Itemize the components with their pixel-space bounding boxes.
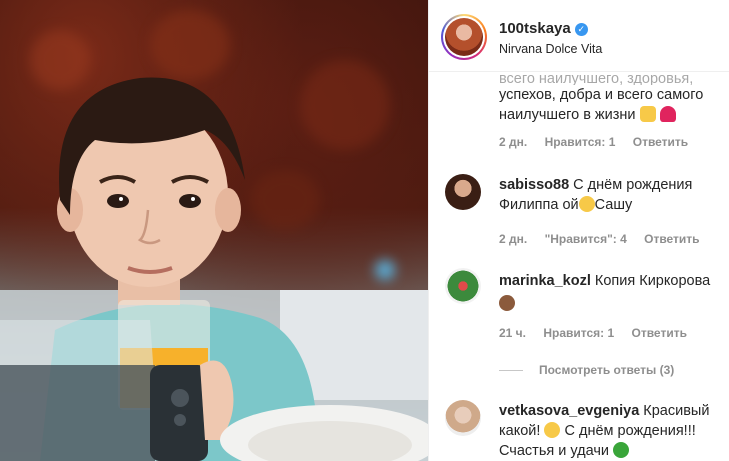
- comment-0-time[interactable]: 2 дн.: [499, 135, 527, 149]
- comment-1-likes[interactable]: "Нравится": 4: [545, 232, 627, 246]
- view-replies-button[interactable]: Посмотреть ответы (3): [499, 363, 674, 377]
- comment-0-reply-button[interactable]: Ответить: [633, 135, 688, 149]
- account-username[interactable]: 100tskaya ✓: [499, 20, 588, 37]
- comment-2-avatar[interactable]: [445, 268, 481, 304]
- comments-panel: 100tskaya ✓ Nirvana Dolce Vita всего наил…: [428, 0, 729, 461]
- heart-eyes-face-icon: [544, 422, 561, 438]
- comment-2-body: Копия Киркорова: [594, 273, 711, 289]
- heart-icon: [659, 106, 676, 122]
- comment-3-text: vetkasova_evgeniya Красивый какой! С днё…: [499, 401, 724, 461]
- comment-0-line1: успехов, добра и всего самого: [499, 87, 704, 103]
- four-leaf-clover-icon: [613, 442, 630, 458]
- comment-1-meta: 2 дн. "Нравится": 4 Ответить: [499, 232, 714, 246]
- comment-2-text: marinka_kozl Копия Киркорова: [499, 271, 724, 314]
- comment-1-reply-button[interactable]: Ответить: [644, 232, 699, 246]
- comment-0-text: всего наилучшего, здоровья, успехов, доб…: [499, 63, 703, 125]
- comment-1-avatar[interactable]: [445, 174, 481, 210]
- comment-0-likes[interactable]: Нравится: 1: [545, 135, 616, 149]
- comment-3-part3: С днём рождения!!!: [564, 423, 696, 439]
- comment-2-likes[interactable]: Нравится: 1: [543, 326, 614, 340]
- comment-1-username[interactable]: sabisso88: [499, 177, 569, 193]
- comment-1-part3: Сашу: [594, 197, 633, 213]
- comment-2-reply-button[interactable]: Ответить: [632, 326, 687, 340]
- account-subtitle[interactable]: Nirvana Dolce Vita: [499, 42, 602, 56]
- comment-1-part2: Филиппа ой: [499, 197, 579, 213]
- verified-badge-icon: ✓: [574, 23, 588, 36]
- comment-2-time[interactable]: 21 ч.: [499, 326, 526, 340]
- post-header: 100tskaya ✓ Nirvana Dolce Vita: [429, 0, 729, 72]
- comment-1-part1: С днём рождения: [573, 177, 693, 193]
- comment-1-time[interactable]: 2 дн.: [499, 232, 527, 246]
- comment-1-text: sabisso88 С днём рождения Филиппа ой Сашу: [499, 175, 724, 215]
- comment-3-username[interactable]: vetkasova_evgeniya: [499, 403, 639, 419]
- comment-0-line2: наилучшего в жизни: [499, 107, 636, 123]
- account-avatar[interactable]: [441, 14, 487, 60]
- monkey-face-icon: [499, 295, 515, 311]
- grimace-face-icon: [578, 196, 595, 212]
- comment-3-part1: Красивый: [643, 403, 710, 419]
- comment-0-meta: 2 дн. Нравится: 1 Ответить: [499, 135, 702, 149]
- comment-2-username[interactable]: marinka_kozl: [499, 273, 591, 289]
- comment-3-part2: какой!: [499, 423, 541, 439]
- comment-3-avatar[interactable]: [445, 400, 481, 436]
- comment-3-part4: Счастья и удачи: [499, 443, 610, 459]
- comment-2-meta: 21 ч. Нравится: 1 Ответить: [499, 326, 701, 340]
- post-photo[interactable]: [0, 0, 428, 461]
- praise-hands-icon: [639, 106, 656, 122]
